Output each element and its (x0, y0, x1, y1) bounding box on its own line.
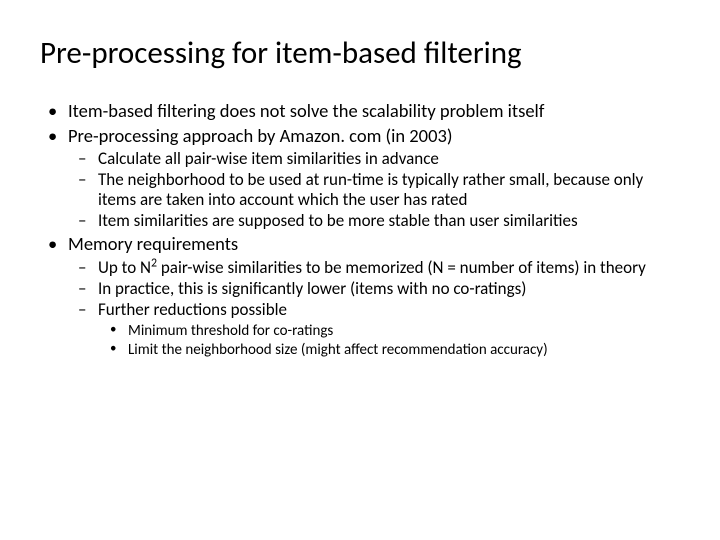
sub-bullet-list: Up to N2 pair-wise similarities to be me… (68, 258, 680, 359)
sub-bullet-item: Calculate all pair-wise item similaritie… (98, 149, 680, 169)
sub-bullet-text: Further reductions possible (98, 299, 287, 320)
bullet-text: Memory requirements (68, 232, 238, 255)
slide: Pre-processing for item-based filtering … (0, 0, 720, 540)
sub-bullet-item: Item similarities are supposed to be mor… (98, 211, 680, 231)
sub-bullet-list: Calculate all pair-wise item similaritie… (68, 149, 680, 231)
text-fragment: Up to N (98, 257, 151, 278)
sub-bullet-item: In practice, this is significantly lower… (98, 279, 680, 299)
bullet-list: Item-based filtering does not solve the … (40, 100, 680, 359)
slide-title: Pre-processing for item-based filtering (40, 34, 680, 72)
bullet-item: Memory requirements Up to N2 pair-wise s… (68, 233, 680, 359)
text-fragment: pair-wise similarities to be memorized (… (157, 257, 646, 278)
sub-sub-bullet-item: Limit the neighborhood size (might affec… (128, 341, 680, 359)
sub-bullet-item: Further reductions possible Minimum thre… (98, 300, 680, 359)
sub-bullet-item: The neighborhood to be used at run-time … (98, 170, 680, 210)
sub-sub-bullet-list: Minimum threshold for co-ratings Limit t… (98, 322, 680, 359)
bullet-item: Pre-processing approach by Amazon. com (… (68, 125, 680, 232)
bullet-text: Pre-processing approach by Amazon. com (… (68, 124, 452, 147)
sub-bullet-item: Up to N2 pair-wise similarities to be me… (98, 258, 680, 278)
bullet-item: Item-based filtering does not solve the … (68, 100, 680, 123)
sub-sub-bullet-item: Minimum threshold for co-ratings (128, 322, 680, 340)
